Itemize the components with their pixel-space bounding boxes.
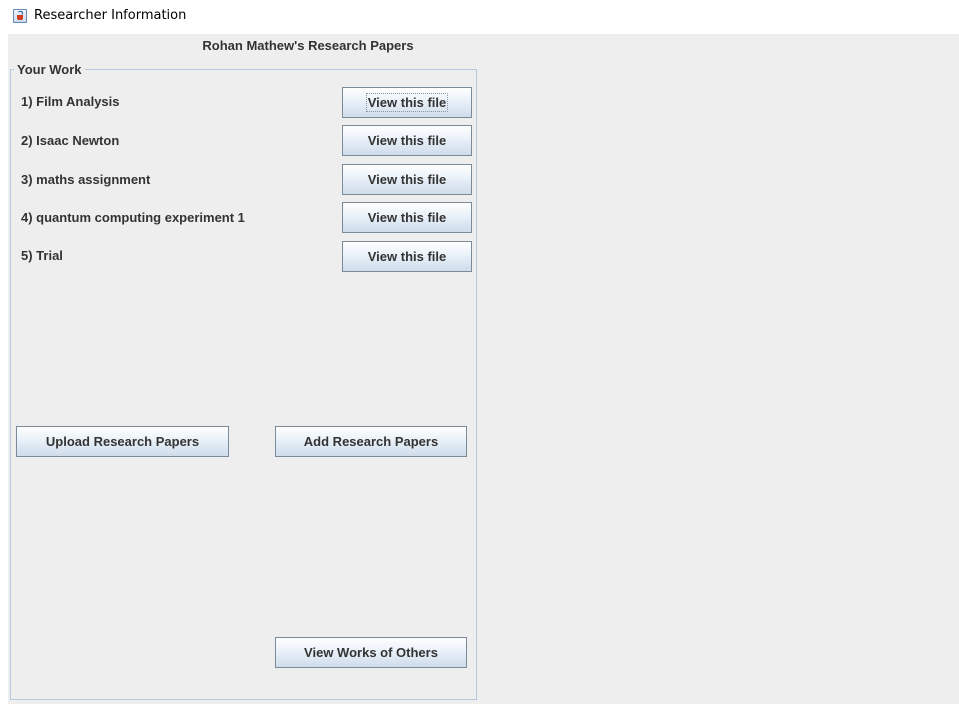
view-file-button-1[interactable]: View this file <box>342 87 472 118</box>
view-file-button-3[interactable]: View this file <box>342 164 472 195</box>
view-file-button-4[interactable]: View this file <box>342 202 472 233</box>
view-works-of-others-button[interactable]: View Works of Others <box>275 637 467 668</box>
add-research-papers-button[interactable]: Add Research Papers <box>275 426 467 457</box>
work-item-label-5: 5) Trial <box>21 248 63 263</box>
main-panel: Rohan Mathew's Research Papers Your Work… <box>8 34 959 704</box>
work-item-label-4: 4) quantum computing experiment 1 <box>21 210 245 225</box>
java-icon <box>13 9 27 23</box>
work-item-label-3: 3) maths assignment <box>21 172 151 187</box>
upload-research-papers-button[interactable]: Upload Research Papers <box>16 426 229 457</box>
view-file-button-2[interactable]: View this file <box>342 125 472 156</box>
view-file-button-label: View this file <box>365 93 449 112</box>
work-item-label-1: 1) Film Analysis <box>21 94 120 109</box>
title-bar: Researcher Information <box>0 0 959 34</box>
view-file-button-5[interactable]: View this file <box>342 241 472 272</box>
page-title: Rohan Mathew's Research Papers <box>202 38 414 53</box>
work-item-label-2: 2) Isaac Newton <box>21 133 120 148</box>
window-title: Researcher Information <box>34 8 187 23</box>
your-work-legend: Your Work <box>14 62 85 77</box>
